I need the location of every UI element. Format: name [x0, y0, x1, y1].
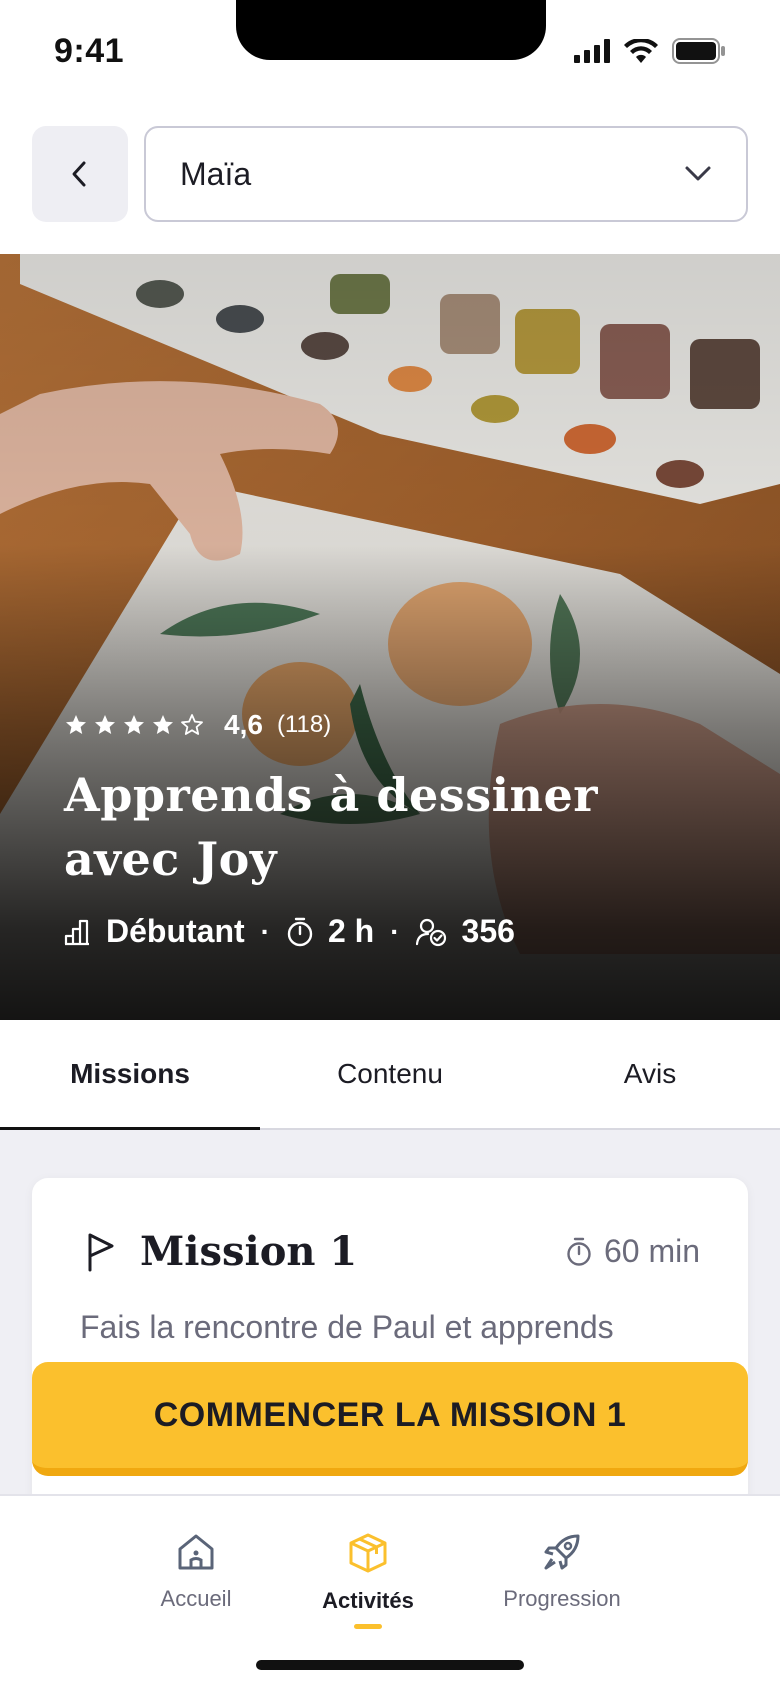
status-bar: 9:41: [0, 0, 780, 100]
star-filled-icon: [124, 715, 144, 734]
home-indicator: [256, 1660, 524, 1670]
nav-item-activites[interactable]: Activités: [278, 1532, 458, 1629]
course-title: Apprends à dessiner avec Joy: [64, 768, 599, 886]
back-button[interactable]: [32, 126, 128, 222]
child-selector-value: Maïa: [180, 155, 252, 192]
rocket-icon: [544, 1534, 580, 1570]
device-notch: [236, 0, 546, 60]
star-filled-icon: [153, 715, 173, 734]
nav-label: Activités: [322, 1588, 414, 1613]
nav-item-accueil[interactable]: Accueil: [106, 1532, 286, 1612]
active-tab-indicator: [354, 1624, 382, 1629]
star-filled-icon: [95, 715, 115, 734]
flag-icon: [88, 1233, 114, 1271]
mission-duration: 60 min: [566, 1233, 700, 1270]
rating-row: 4,6 (118): [64, 709, 716, 741]
level-meta: Débutant: [64, 913, 245, 950]
box-icon: [349, 1533, 387, 1573]
level-label: Débutant: [106, 913, 245, 949]
course-tabs: Missions Contenu Avis: [0, 1020, 780, 1130]
top-controls: Maïa: [32, 126, 748, 222]
nav-label: Progression: [503, 1586, 621, 1611]
rating-value: 4,6: [224, 709, 263, 740]
bottom-navigation: Accueil Activités Progression: [0, 1494, 780, 1688]
stopwatch-icon: [567, 1237, 591, 1266]
star-outline-icon: [181, 714, 203, 735]
cellular-signal-icon: [574, 39, 610, 63]
participants-meta: 356: [415, 913, 515, 950]
battery-icon: [672, 38, 725, 64]
nav-item-progression[interactable]: Progression: [472, 1532, 652, 1612]
chevron-down-icon: [685, 166, 711, 181]
participants-count: 356: [461, 913, 515, 949]
status-time: 9:41: [54, 32, 125, 70]
course-meta: Débutant · 2 h · 356: [64, 913, 716, 950]
tab-missions[interactable]: Missions: [0, 1020, 260, 1130]
mission-title: Mission 1: [140, 1228, 358, 1275]
nav-label: Accueil: [160, 1586, 232, 1611]
start-mission-button[interactable]: COMMENCER LA MISSION 1: [32, 1362, 748, 1476]
tab-contenu[interactable]: Contenu: [260, 1020, 520, 1128]
wifi-icon: [624, 39, 658, 63]
rating-stars: [64, 713, 204, 737]
star-filled-icon: [66, 715, 86, 734]
duration-meta: 2 h: [286, 913, 374, 950]
chevron-left-icon: [72, 161, 86, 187]
course-info: 4,6 (118) Apprends à dessiner avec Joy D…: [64, 709, 716, 950]
duration-label: 2 h: [327, 913, 375, 949]
mission-header: Mission 1 60 min: [86, 1228, 700, 1275]
separator-dot: ·: [390, 915, 400, 947]
child-selector-dropdown[interactable]: Maïa: [144, 126, 748, 222]
course-hero: 4,6 (118) Apprends à dessiner avec Joy D…: [0, 254, 780, 1020]
house-icon: [178, 1534, 214, 1570]
mission-duration-label: 60 min: [603, 1233, 700, 1269]
status-icons: [574, 38, 726, 64]
level-bars-icon: [64, 919, 89, 945]
mission-description: Fais la rencontre de Paul et apprends: [80, 1309, 614, 1345]
rating-count: (118): [276, 711, 332, 738]
tab-avis[interactable]: Avis: [520, 1020, 780, 1128]
stopwatch-icon: [287, 917, 313, 946]
separator-dot: ·: [260, 915, 270, 947]
user-check-icon: [415, 918, 446, 946]
